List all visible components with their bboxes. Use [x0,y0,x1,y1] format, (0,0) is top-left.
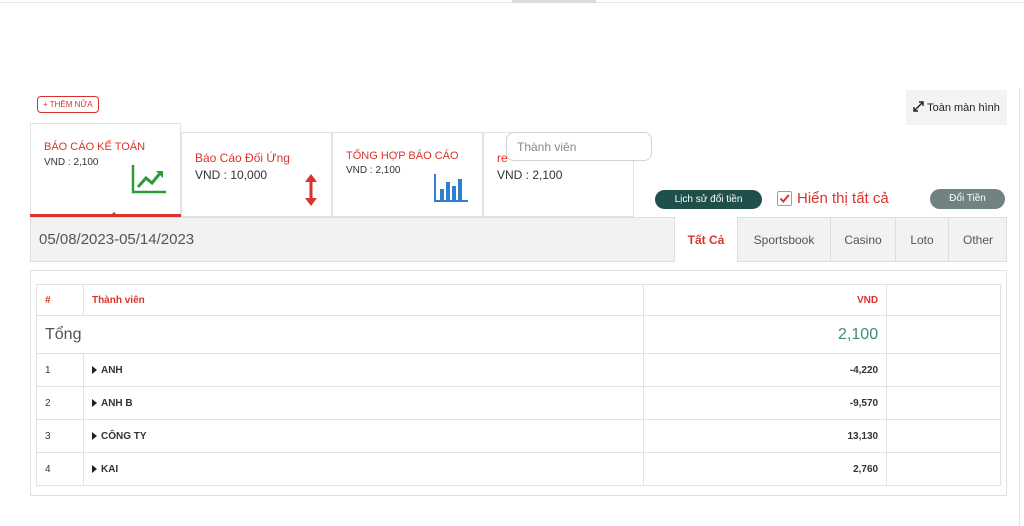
header-index: # [36,284,84,316]
filter-other[interactable]: Other [948,217,1007,262]
row-amount: -9,570 [643,386,888,420]
table-header-row: # Thành viên VND [36,284,1001,316]
date-range[interactable]: 05/08/2023-05/14/2023 [39,231,194,248]
report-table: # Thành viên VND Tổng 2,100 1 ANH -4,220… [35,284,1001,486]
checkmark-icon [779,194,790,204]
expand-icon [913,100,924,115]
row-extra [886,353,1001,387]
filter-casino[interactable]: Casino [830,217,895,262]
row-index: 1 [36,353,84,387]
header-member: Thành viên [82,284,645,316]
member-name[interactable]: CÔNG TY [101,431,147,442]
exchange-history-button[interactable]: Lịch sử đổi tiền [655,190,762,209]
card-title: BÁO CÁO KẾ TOÁN [44,141,146,153]
expand-caret-icon[interactable] [91,398,97,407]
row-index: 4 [36,452,84,486]
row-index: 3 [36,419,84,453]
table-row: 4 KAI 2,760 [36,452,1001,486]
show-all-label: Hiển thị tất cả [797,190,889,207]
row-extra [886,386,1001,420]
card-title: Báo Cáo Đối Ứng [195,151,290,165]
content-right-border [1019,88,1020,526]
header-currency: VND [643,284,888,316]
row-amount: 13,130 [643,419,888,453]
bar-chart-icon [433,173,469,208]
up-down-arrow-icon [304,173,318,212]
expand-caret-icon[interactable] [91,464,97,473]
product-filter-tabs: Tất Cả Sportsbook Casino Loto Other [674,217,1007,262]
top-tab-indicator [512,0,596,3]
card-value: VND : 10,000 [195,168,268,182]
row-member[interactable]: ANH B [82,386,645,420]
member-name[interactable]: KAI [101,464,118,475]
fullscreen-button[interactable]: Toàn màn hình [906,90,1007,125]
table-row: 1 ANH -4,220 [36,353,1001,387]
card-accounting-report[interactable]: BÁO CÁO KẾ TOÁN VND : 2,100 [30,123,181,218]
card-title: TỔNG HỢP BÁO CÁO [346,150,459,162]
trend-up-chart-icon [130,163,168,200]
card-summary-report[interactable]: TỔNG HỢP BÁO CÁO VND : 2,100 [332,132,483,217]
filter-sportsbook[interactable]: Sportsbook [737,217,830,262]
total-extra [886,315,1001,354]
expand-caret-icon[interactable] [91,431,97,440]
member-search-input[interactable] [506,132,652,161]
total-label: Tổng [35,315,645,354]
row-index: 2 [36,386,84,420]
table-row: 3 CÔNG TY 13,130 [36,419,1001,453]
exchange-button[interactable]: Đổi Tiền [930,189,1005,209]
total-row: Tổng 2,100 [35,315,1001,354]
header-extra [886,284,1001,316]
filter-all[interactable]: Tất Cả [674,217,737,262]
expand-caret-icon[interactable] [91,365,97,374]
row-member[interactable]: KAI [82,452,645,486]
card-value: VND : 2,100 [497,168,563,182]
active-card-notch [111,212,117,215]
table-row: 2 ANH B -9,570 [36,386,1001,420]
total-value: 2,100 [643,315,888,354]
show-all-toggle[interactable]: Hiển thị tất cả [777,190,889,207]
date-filter-bar: 05/08/2023-05/14/2023 Tất Cả Sportsbook … [30,217,1007,262]
add-more-button[interactable]: + THÊM NỮA [37,96,99,113]
row-amount: 2,760 [643,452,888,486]
row-extra [886,452,1001,486]
card-value: VND : 2,100 [346,165,401,176]
filter-loto[interactable]: Loto [895,217,948,262]
show-all-checkbox[interactable] [777,191,792,206]
member-name[interactable]: ANH [101,365,123,376]
fullscreen-label: Toàn màn hình [927,101,1000,114]
member-name[interactable]: ANH B [101,398,133,409]
row-member[interactable]: CÔNG TY [82,419,645,453]
row-amount: -4,220 [643,353,888,387]
card-counter-report[interactable]: Báo Cáo Đối Ứng VND : 10,000 [181,132,332,217]
row-member[interactable]: ANH [82,353,645,387]
row-extra [886,419,1001,453]
card-value: VND : 2,100 [44,157,99,168]
